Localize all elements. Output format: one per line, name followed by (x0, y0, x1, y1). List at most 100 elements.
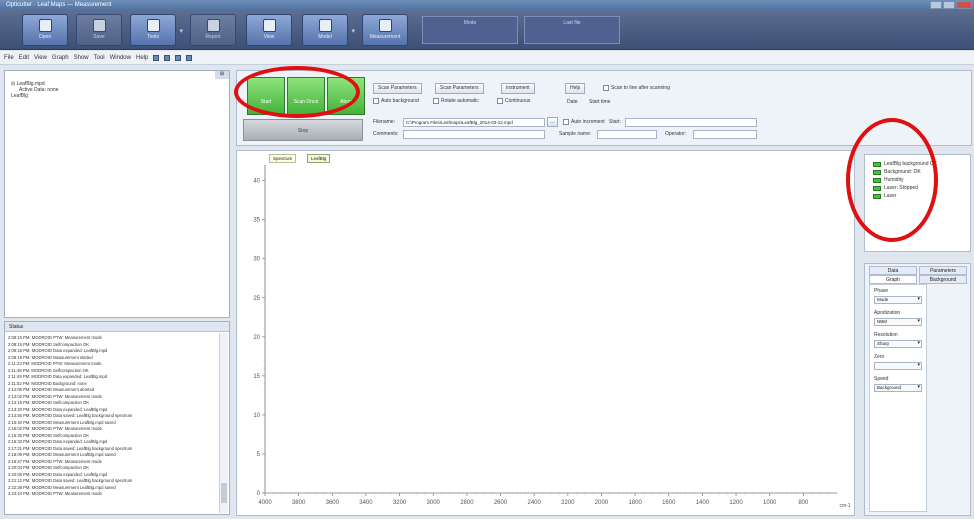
small-toolbar-icon[interactable] (164, 54, 171, 61)
settings-label: Zero (874, 354, 885, 360)
tab-graph[interactable]: Graph (869, 275, 917, 284)
settings-dropdown[interactable]: Background (874, 384, 922, 392)
toolbar-measurement-button[interactable]: Measurement (362, 14, 408, 46)
menu-bar: File Edit View Graph Show Tool Window He… (0, 51, 974, 65)
folder-icon (38, 19, 52, 32)
checkbox[interactable] (603, 85, 609, 91)
small-toolbar-icon[interactable] (186, 54, 193, 61)
x-tick-label: 2400 (527, 500, 541, 506)
x-tick-label: 3800 (292, 500, 306, 506)
comments-field[interactable] (403, 130, 545, 139)
spectrum-chart[interactable]: Spectrum LeafBlg 0 5 10 15 20 25 30 35 40 4000 380… (236, 150, 855, 516)
maximize-button[interactable] (943, 1, 955, 9)
menu-view[interactable]: View (34, 55, 47, 61)
window-title: Opticutter · Leaf Maps — Measurement (6, 2, 112, 8)
minimize-button[interactable] (930, 1, 942, 9)
checkbox[interactable] (497, 98, 503, 104)
status-log-panel: Status 2:08:15 PM: MODROID PTW: Measurem… (4, 321, 230, 515)
x-tick-label: 1600 (662, 500, 676, 506)
tab-background[interactable]: Background (919, 275, 967, 284)
menu-file[interactable]: File (4, 55, 14, 61)
toolbar-save-button[interactable]: Save (76, 14, 122, 46)
toolbar-open-button[interactable]: Open (22, 14, 68, 46)
date-label: Date (567, 99, 578, 105)
continuous-option[interactable]: Continuous (497, 98, 530, 104)
operator-label: Operator: (665, 131, 687, 137)
auto-background-option[interactable]: Auto background (373, 98, 419, 104)
x-tick-label: 800 (798, 500, 809, 506)
stop-button[interactable]: Stop (243, 119, 363, 141)
toolbar-mode-box[interactable]: Mode (422, 16, 518, 44)
main-toolbar: Open Save Tools Report View Model Measur… (0, 10, 974, 50)
toolbar-file-box[interactable]: Last file (524, 16, 620, 44)
report-icon (206, 19, 220, 32)
start-time-label: Start time (589, 99, 611, 105)
start-number-field[interactable] (625, 118, 757, 127)
settings-dropdown[interactable] (874, 362, 922, 370)
close-button[interactable] (956, 1, 972, 9)
toolbar-tools-button[interactable]: Tools (130, 14, 183, 46)
rotate-automatic-option[interactable]: Rotate automatic (433, 98, 479, 104)
checkbox[interactable] (373, 98, 379, 104)
filename-field[interactable]: C:\Program Files\Leafmaps\LeafBlg_2014-0… (403, 118, 545, 127)
model-icon (318, 19, 332, 32)
filename-label: Filename: (373, 119, 395, 125)
scan-parameters-2-button[interactable]: Scan Parameters (435, 83, 484, 94)
browse-button[interactable]: … (547, 117, 558, 127)
scroll-thumb[interactable] (221, 483, 227, 503)
settings-dropdown[interactable]: Sharp (874, 340, 922, 348)
x-tick-label: 2600 (494, 500, 508, 506)
toolbar-model-button[interactable]: Model (302, 14, 355, 46)
sample-name-field[interactable] (597, 130, 657, 139)
checkbox[interactable] (433, 98, 439, 104)
menu-window[interactable]: Window (110, 55, 131, 61)
instrument-button[interactable]: Instrument (501, 83, 535, 94)
checkbox[interactable] (563, 119, 569, 125)
log-header: Status (5, 322, 229, 332)
save-icon (92, 19, 106, 32)
log-line: 2:23:44 PM: MODROID PTW: Measurement mod… (8, 491, 102, 496)
toolbar-report-button[interactable]: Report (190, 14, 236, 46)
x-tick-label: 3000 (427, 500, 441, 506)
scan-parameters-button[interactable]: Scan Parameters (373, 83, 422, 94)
x-tick-label: 1800 (628, 500, 642, 506)
window-title-bar: Opticutter · Leaf Maps — Measurement (0, 0, 974, 10)
x-tick-label: 1000 (763, 500, 777, 506)
tab-data[interactable]: Data (869, 266, 917, 275)
menu-tool[interactable]: Tool (94, 55, 105, 61)
menu-help[interactable]: Help (136, 55, 148, 61)
scan-to-line-option[interactable]: Scan to line after scanning (603, 85, 670, 91)
x-tick-label: 2000 (595, 500, 609, 506)
settings-label: Phase (874, 288, 889, 294)
view-icon (262, 19, 276, 32)
settings-label: Resolution (874, 332, 898, 338)
toolbar-view-button[interactable]: View (246, 14, 292, 46)
y-tick-label: 10 (253, 413, 260, 419)
log-scrollbar[interactable] (219, 333, 228, 513)
x-axis-label: cm-1 (839, 503, 850, 509)
small-toolbar-icon[interactable] (175, 54, 182, 61)
window-controls (930, 1, 972, 9)
y-tick-label: 40 (253, 179, 260, 185)
measurement-icon (378, 19, 392, 32)
small-toolbar-icon[interactable] (153, 54, 160, 61)
y-tick-label: 20 (253, 335, 260, 341)
comments-label: Comments: (373, 131, 399, 137)
settings-dropdown[interactable]: NBM (874, 318, 922, 326)
y-tick-label: 15 (253, 374, 260, 380)
tree-item[interactable]: LeafBlg (11, 93, 225, 99)
y-tick-label: 5 (257, 452, 261, 458)
tab-parameters[interactable]: Parameters (919, 266, 967, 275)
menu-graph[interactable]: Graph (52, 55, 69, 61)
operator-field[interactable] (693, 130, 757, 139)
help-button[interactable]: Help (565, 83, 586, 94)
x-tick-label: 4000 (258, 500, 272, 506)
auto-increment-option[interactable]: Auto increment (563, 119, 605, 125)
panel-pin-icon[interactable]: ⊞ (215, 71, 229, 79)
tools-icon (146, 19, 160, 32)
menu-edit[interactable]: Edit (19, 55, 29, 61)
x-tick-label: 3200 (393, 500, 407, 506)
menu-show[interactable]: Show (74, 55, 89, 61)
log-list: 2:08:15 PM: MODROID PTW: Measurement mod… (5, 333, 219, 513)
settings-dropdown[interactable]: Mode (874, 296, 922, 304)
